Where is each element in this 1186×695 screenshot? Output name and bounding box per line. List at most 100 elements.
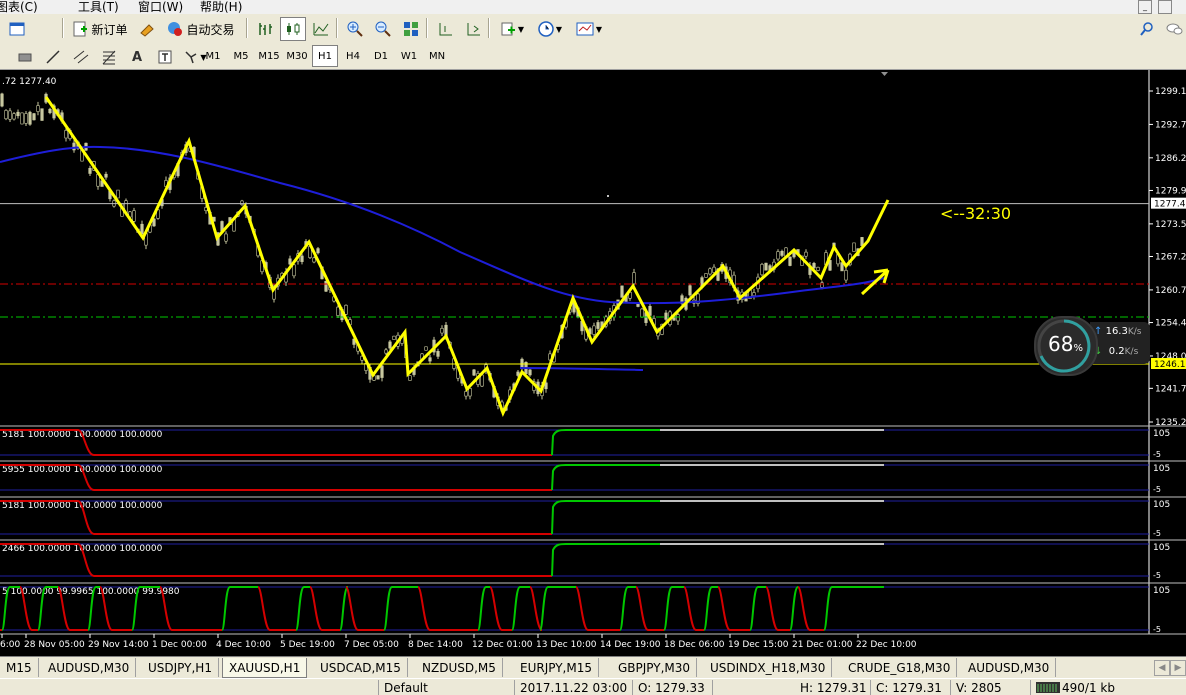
- candle-body: [24, 113, 28, 124]
- price-label: 1279.95: [1155, 186, 1186, 196]
- line-chart-button[interactable]: [308, 17, 334, 41]
- clock-icon: [538, 21, 554, 37]
- time-label: 22 Dec 10:00: [856, 640, 917, 650]
- timeframe-m15[interactable]: M15: [256, 45, 282, 67]
- templates-button[interactable]: ▼: [570, 17, 608, 41]
- chart-header: .72 1277.40: [2, 77, 57, 87]
- trendline-tool[interactable]: [40, 45, 66, 69]
- candle-body: [812, 262, 816, 269]
- chart-tab[interactable]: AUDUSD,M30: [42, 658, 137, 677]
- autoscroll-button[interactable]: [460, 17, 486, 41]
- candle-body: [388, 341, 392, 349]
- indicator-red-line: [0, 543, 552, 577]
- candle-body: [544, 382, 548, 390]
- price-label: 1299.15: [1155, 87, 1186, 97]
- indicator-green-line: [511, 586, 530, 631]
- candle-body: [844, 270, 848, 281]
- tab-scroll-right-button[interactable]: ▶: [1170, 660, 1186, 676]
- indicator-red-line: [345, 586, 359, 631]
- chart-tab[interactable]: USDJPY,H1: [142, 658, 219, 677]
- chart-tab[interactable]: USDCAD,M15: [314, 658, 408, 677]
- chart-tab[interactable]: AUDUSD,M30: [962, 658, 1057, 677]
- periods-button[interactable]: ▼: [532, 17, 568, 41]
- equidistant-channel-tool[interactable]: [68, 45, 94, 69]
- timeframe-m30[interactable]: M30: [284, 45, 310, 67]
- zoom-in-button[interactable]: [342, 17, 368, 41]
- candle-body: [376, 375, 380, 380]
- timeframe-w1[interactable]: W1: [396, 45, 422, 67]
- chart-tab[interactable]: USDINDX_H18,M30: [704, 658, 833, 677]
- chart-tabs: M15 AUDUSD,M30 USDJPY,H1 XAUUSD,H1 USDCAD,M1…: [0, 656, 1186, 679]
- auto-trading-button[interactable]: 自动交易: [162, 17, 240, 41]
- restore-button[interactable]: [1158, 0, 1172, 14]
- chart-shift-button[interactable]: [432, 17, 458, 41]
- window-icon: [9, 22, 25, 36]
- price-chart[interactable]: <--32:30 .72 1277.40 1299.15 1292.70 1286.…: [0, 70, 1186, 656]
- bar-chart-button[interactable]: [252, 17, 278, 41]
- indicator-red-line: [575, 586, 589, 631]
- menu-tools[interactable]: 工具(T): [78, 0, 119, 14]
- text-label-tool[interactable]: [152, 45, 178, 69]
- text-tool[interactable]: A: [124, 45, 150, 69]
- chart-tab[interactable]: M15: [0, 658, 39, 677]
- timeframe-h4[interactable]: H4: [340, 45, 366, 67]
- candlestick-button[interactable]: [280, 17, 306, 41]
- chart-tab[interactable]: GBPJPY,M30: [612, 658, 698, 677]
- chat-button[interactable]: [1162, 17, 1186, 41]
- tab-scroll-left-button[interactable]: ◀: [1154, 660, 1170, 676]
- minimize-button[interactable]: _: [1138, 0, 1152, 14]
- time-label: 28 Nov 05:00: [24, 640, 85, 650]
- candle-body: [64, 130, 68, 139]
- timeframe-m5[interactable]: M5: [228, 45, 254, 67]
- chart-window[interactable]: <--32:30 .72 1277.40 1299.15 1292.70 1286.…: [0, 70, 1186, 656]
- time-label: 12 Dec 01:00: [472, 640, 533, 650]
- chart-tab[interactable]: NZDUSD,M5: [416, 658, 503, 677]
- indicator-green-line: [703, 586, 718, 631]
- zoom-out-button[interactable]: [370, 17, 396, 41]
- zoom-in-icon: [347, 21, 363, 37]
- metaeditor-button[interactable]: [134, 17, 160, 41]
- rectangle-tool[interactable]: [12, 45, 38, 69]
- timeframe-mn[interactable]: MN: [424, 45, 450, 67]
- chat-icon: [1166, 23, 1183, 35]
- menu-window[interactable]: 窗口(W): [138, 0, 183, 14]
- chart-tab[interactable]: EURJPY,M15: [514, 658, 599, 677]
- chart-tab[interactable]: XAUUSD,H1: [222, 658, 308, 678]
- editor-icon: [140, 24, 154, 37]
- chart-tab[interactable]: CRUDE_G18,M30: [842, 658, 958, 677]
- timeframe-d1[interactable]: D1: [368, 45, 394, 67]
- candle-body: [4, 110, 8, 120]
- price-label: 1273.50: [1155, 220, 1186, 230]
- price-label: 1241.75: [1155, 384, 1186, 394]
- candle-body: [664, 312, 668, 320]
- search-button[interactable]: [1136, 17, 1158, 41]
- chart-shift-icon: [439, 23, 452, 36]
- menu-help[interactable]: 帮助(H): [200, 0, 242, 14]
- fibonacci-icon: [102, 50, 116, 65]
- indicators-button[interactable]: ▼: [494, 17, 530, 41]
- indicator-green-line: [221, 586, 258, 631]
- candle-body: [392, 335, 396, 340]
- indicator-level-top: 105: [1153, 500, 1170, 510]
- profiles-button[interactable]: [4, 17, 30, 41]
- candle-body: [424, 346, 428, 351]
- candle-body: [516, 371, 520, 376]
- network-speed-gauge[interactable]: 68%: [1034, 316, 1098, 376]
- candle-body: [428, 357, 432, 362]
- new-order-label: 新订单: [91, 22, 128, 37]
- traffic-bars-icon: [1036, 682, 1060, 693]
- status-bar: Default 2017.11.22 03:00 O: 1279.33 H: 1…: [0, 678, 1186, 695]
- timeframe-h1[interactable]: H1: [312, 45, 338, 67]
- indicator-level-bottom: -5: [1153, 529, 1161, 538]
- tile-windows-button[interactable]: [398, 17, 424, 41]
- fibonacci-tool[interactable]: [96, 45, 122, 69]
- menu-chart[interactable]: 图表(C): [0, 0, 38, 14]
- candle-body: [48, 108, 52, 114]
- candle-body: [528, 369, 532, 376]
- candle-body: [72, 142, 76, 151]
- candle-body: [676, 314, 680, 322]
- timeframe-m1[interactable]: M1: [200, 45, 226, 67]
- indicator-level-bottom: -5: [1153, 450, 1161, 459]
- candle-body: [116, 189, 120, 199]
- new-order-button[interactable]: 新订单: [68, 17, 132, 41]
